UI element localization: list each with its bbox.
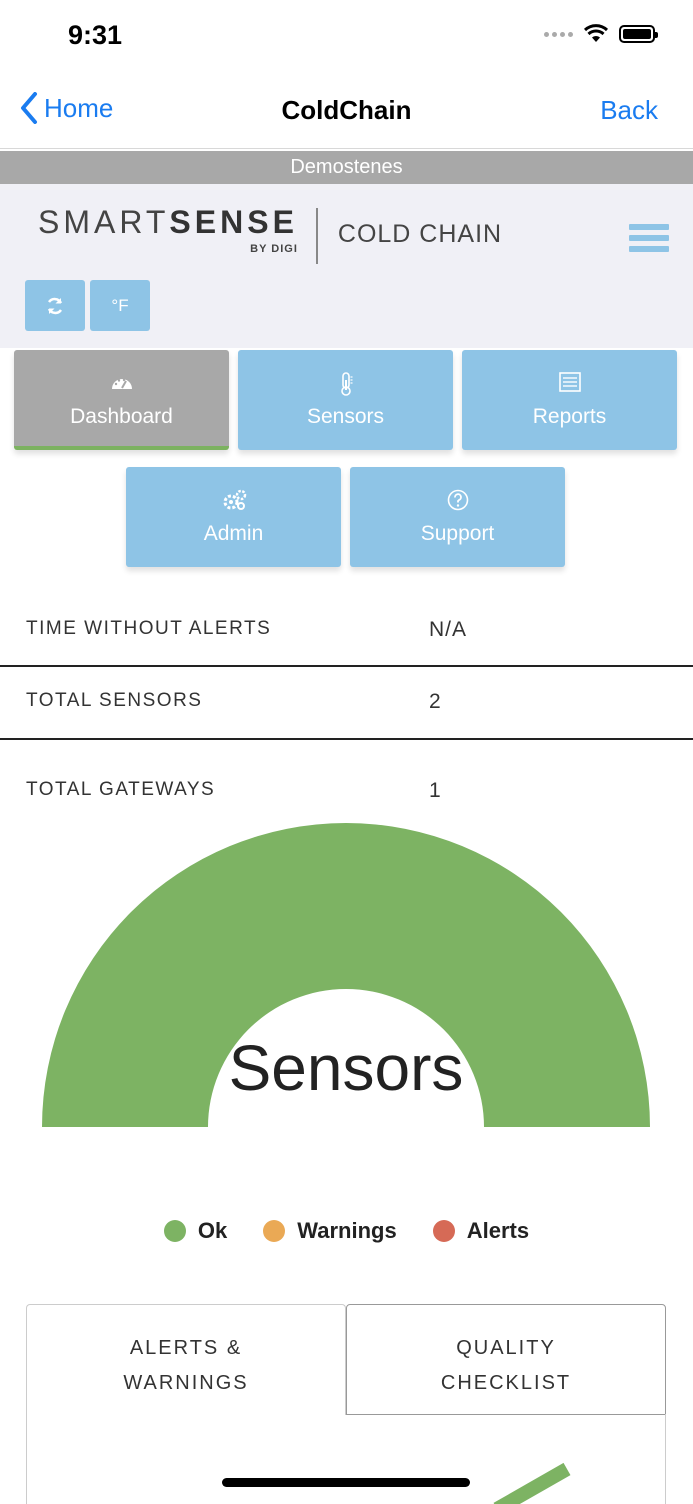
logo-by-digi-text: BY DIGI: [250, 243, 298, 255]
tile-admin[interactable]: Admin: [126, 467, 341, 567]
tile-support[interactable]: Support: [350, 467, 565, 567]
stat-divider: [0, 665, 693, 667]
tab-label-line1: ALERTS &: [129, 1337, 243, 1359]
battery-icon: [619, 25, 658, 43]
status-bar: 9:31: [0, 0, 693, 76]
signal-icon: [544, 31, 573, 37]
stat-label: TIME WITHOUT ALERTS: [26, 618, 272, 639]
tab-quality-checklist[interactable]: QUALITY CHECKLIST: [346, 1304, 666, 1415]
legend-item-warnings[interactable]: Warnings: [263, 1218, 397, 1244]
panel-chart-line: [493, 1462, 571, 1504]
tab-alerts-warnings[interactable]: ALERTS & WARNINGS: [26, 1304, 346, 1415]
legend-swatch: [432, 1220, 455, 1242]
stat-label: TOTAL SENSORS: [26, 690, 203, 711]
back-button[interactable]: Back: [600, 95, 658, 126]
status-icons: [544, 24, 658, 44]
app-header: SMARTSENSE BY DIGI COLD CHAIN °F: [0, 184, 693, 348]
tab-label-line1: QUALITY: [456, 1337, 556, 1359]
status-time: 9:31: [68, 20, 123, 50]
legend-label: Ok: [197, 1218, 228, 1243]
gears-icon: [223, 489, 246, 510]
thermometer-icon: [340, 372, 352, 396]
temperature-unit-button[interactable]: °F: [90, 280, 150, 331]
stat-value: N/A: [429, 618, 468, 641]
menu-icon[interactable]: [629, 224, 669, 256]
dashboard-gauge-icon: [111, 378, 132, 389]
logo-sense-text: SENSE: [169, 204, 298, 240]
legend-item-ok[interactable]: Ok: [163, 1218, 228, 1244]
navigation-bar: Home ColdChain Back: [0, 76, 693, 149]
logo-divider: [315, 208, 318, 264]
tile-label: Reports: [532, 405, 607, 428]
legend-label: Warnings: [297, 1218, 397, 1243]
refresh-icon: [47, 297, 63, 314]
wifi-icon: [583, 24, 609, 42]
report-list-icon: [558, 372, 581, 392]
logo-product-text: COLD CHAIN: [337, 220, 503, 248]
tile-label: Dashboard: [70, 405, 173, 428]
stat-label: TOTAL GATEWAYS: [26, 779, 216, 800]
tile-reports[interactable]: Reports: [462, 350, 677, 450]
stat-divider: [0, 738, 693, 740]
legend-label: Alerts: [466, 1218, 530, 1243]
tile-label: Admin: [203, 522, 264, 545]
legend-swatch: [163, 1220, 186, 1242]
gauge-title: Sensors: [229, 1032, 464, 1104]
tile-label: Support: [420, 522, 495, 545]
sensors-status-gauge-chart: Sensors: [42, 823, 650, 1127]
tile-label: Sensors: [306, 405, 385, 428]
smartsense-logo: SMARTSENSE BY DIGI COLD CHAIN: [38, 204, 502, 264]
legend-item-alerts[interactable]: Alerts: [432, 1218, 530, 1244]
panel-chart-preview: [493, 1462, 571, 1504]
tab-panel-content: [26, 1414, 666, 1504]
chart-legend: Ok Warnings Alerts: [0, 1218, 693, 1244]
question-circle-icon: [447, 489, 468, 511]
page-title: ColdChain: [281, 95, 412, 125]
tab-label-line2: WARNINGS: [123, 1372, 249, 1394]
logo-smart-text: SMART: [38, 204, 170, 240]
tab-label-line2: CHECKLIST: [440, 1372, 572, 1394]
tile-sensors[interactable]: Sensors: [238, 350, 453, 450]
refresh-button[interactable]: [25, 280, 85, 331]
home-indicator: [222, 1478, 470, 1487]
tile-dashboard[interactable]: Dashboard: [14, 350, 229, 450]
stat-value: 2: [429, 690, 442, 713]
account-name-banner: Demostenes: [0, 151, 693, 184]
legend-swatch: [263, 1220, 286, 1242]
